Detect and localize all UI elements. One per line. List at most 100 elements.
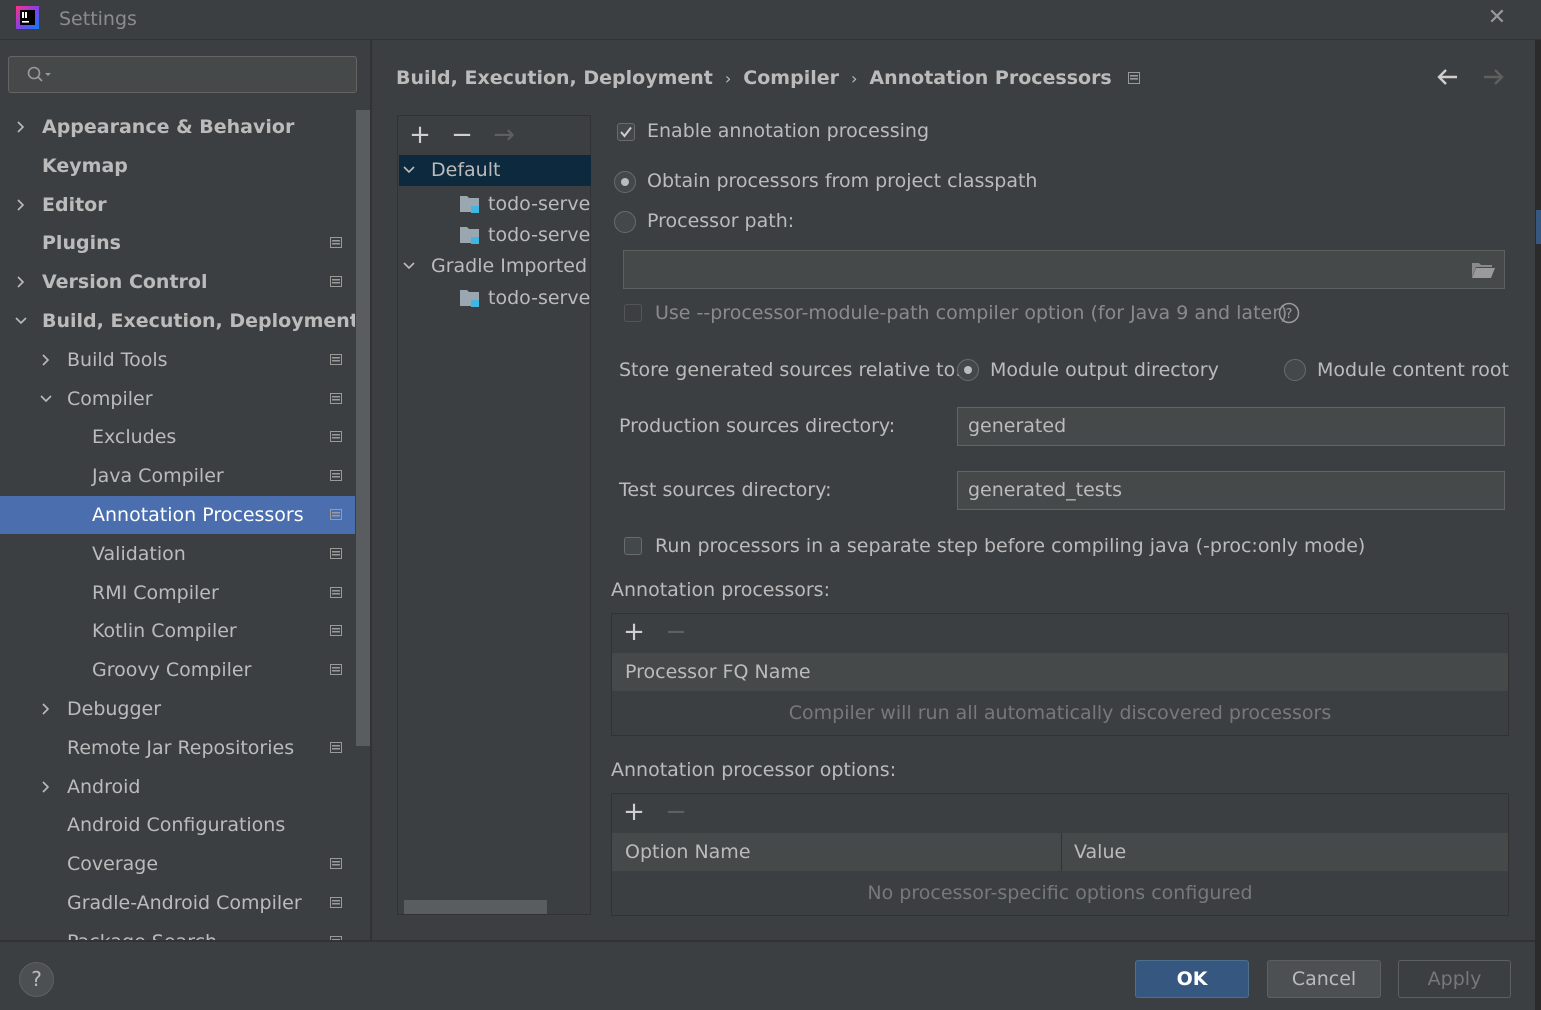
chevron-right-icon[interactable]	[14, 108, 28, 146]
sidebar-item-keymap[interactable]: Keymap	[0, 147, 370, 185]
options-empty-text: No processor-specific options configured	[867, 882, 1253, 904]
sidebar-item-label: Appearance & Behavior	[42, 116, 295, 138]
help-circle-icon[interactable]: ?	[1278, 302, 1300, 324]
chevron-right-icon[interactable]	[39, 768, 53, 806]
sidebar-item-android-configurations[interactable]: Android Configurations	[0, 806, 370, 844]
breadcrumb-item: Build, Execution, Deployment	[396, 67, 713, 89]
sidebar-item-label: Coverage	[67, 853, 159, 876]
chevron-right-icon[interactable]	[14, 186, 28, 224]
column-header-processor-fq-name[interactable]: Processor FQ Name	[625, 653, 811, 691]
column-header-option-name[interactable]: Option Name	[625, 833, 751, 871]
project-scope-icon	[330, 237, 342, 249]
settings-nav-tree: Appearance & Behavior Keymap Editor Plugins…	[0, 0, 370, 940]
chevron-right-icon[interactable]	[39, 690, 53, 728]
enable-annotation-processing-checkbox[interactable]	[617, 123, 635, 141]
sidebar-item-label: Android	[67, 775, 141, 798]
sidebar-item-compiler[interactable]: Compiler	[0, 380, 370, 418]
profile-group-row[interactable]: Default	[399, 155, 591, 186]
table-header: Processor FQ Name	[612, 653, 1508, 691]
sidebar-item-label: Build, Execution, Deployment	[42, 310, 359, 332]
module-row[interactable]: todo-server	[399, 283, 591, 314]
sidebar-item-label: Compiler	[67, 387, 153, 410]
sidebar-item-build-tools[interactable]: Build Tools	[0, 341, 370, 379]
forward-arrow-icon[interactable]	[1480, 64, 1506, 90]
sidebar-item-groovy-compiler[interactable]: Groovy Compiler	[0, 651, 370, 689]
sidebar-item-debugger[interactable]: Debugger	[0, 690, 370, 728]
cancel-button[interactable]: Cancel	[1267, 960, 1381, 998]
module-content-root-radio[interactable]	[1284, 359, 1306, 381]
module-output-directory-radio[interactable]	[957, 359, 979, 381]
test-dir-input[interactable]: generated_tests	[957, 471, 1505, 510]
sidebar-item-android[interactable]: Android	[0, 768, 370, 806]
add-option-button[interactable]: +	[620, 799, 648, 827]
sidebar-item-label: Keymap	[42, 154, 128, 177]
module-path-option-checkbox[interactable]	[624, 304, 642, 322]
back-arrow-icon[interactable]	[1435, 64, 1461, 90]
module-row[interactable]: todo-server	[399, 189, 591, 220]
sidebar-item-annotation-processors[interactable]: Annotation Processors	[0, 496, 370, 534]
move-module-button[interactable]: →	[490, 122, 518, 150]
chevron-down-icon[interactable]	[402, 260, 416, 272]
module-label: todo-server	[488, 224, 591, 246]
module-row[interactable]: todo-server	[399, 220, 591, 251]
obtain-classpath-radio[interactable]	[614, 171, 636, 193]
sidebar-item-excludes[interactable]: Excludes	[0, 418, 370, 456]
production-dir-input[interactable]: generated	[957, 407, 1505, 446]
add-profile-button[interactable]: +	[406, 122, 434, 150]
sidebar-item-coverage[interactable]: Coverage	[0, 845, 370, 883]
sidebar-item-label: Package Search	[67, 923, 217, 940]
sidebar-item-version-control[interactable]: Version Control	[0, 263, 370, 301]
chevron-down-icon[interactable]	[39, 380, 53, 418]
project-scope-icon	[330, 470, 342, 482]
sidebar-item-label: Gradle-Android Compiler	[67, 892, 302, 914]
profile-tree-panel: + − → Default todo-server todo-server Gradl…	[397, 115, 591, 915]
table-toolbar: + −	[612, 794, 1508, 832]
chevron-right-icon[interactable]	[14, 263, 28, 301]
sidebar-item-rmi-compiler[interactable]: RMI Compiler	[0, 574, 370, 612]
sidebar-item-appearance-behavior[interactable]: Appearance & Behavior	[0, 108, 370, 146]
column-header-value[interactable]: Value	[1074, 833, 1126, 871]
sidebar-item-gradle-android-compiler[interactable]: Gradle-Android Compiler	[0, 884, 370, 922]
module-path-option-label: Use --processor-module-path compiler opt…	[655, 302, 1288, 324]
sidebar-item-remote-jar-repositories[interactable]: Remote Jar Repositories	[0, 729, 370, 767]
folder-browse-icon[interactable]	[1470, 259, 1496, 281]
ok-button[interactable]: OK	[1135, 960, 1249, 998]
processor-path-input[interactable]	[623, 250, 1505, 289]
proc-only-checkbox[interactable]	[624, 537, 642, 555]
sidebar-item-build-execution-deployment[interactable]: Build, Execution, Deployment	[0, 302, 370, 340]
remove-profile-button[interactable]: −	[448, 122, 476, 150]
sidebar-item-plugins[interactable]: Plugins	[0, 224, 370, 262]
processors-empty-text: Compiler will run all automatically disc…	[788, 702, 1332, 724]
profile-group-label: Default	[431, 159, 501, 181]
add-processor-button[interactable]: +	[620, 619, 648, 647]
processor-path-radio[interactable]	[614, 211, 636, 233]
remove-option-button[interactable]: −	[662, 799, 690, 827]
project-scope-icon	[330, 858, 342, 870]
apply-button[interactable]: Apply	[1398, 960, 1511, 998]
project-scope-icon	[330, 353, 342, 365]
profile-tree-scrollbar[interactable]	[404, 900, 547, 914]
profile-group-row[interactable]: Gradle Imported	[399, 251, 591, 282]
sidebar-item-package-search[interactable]: Package Search	[0, 923, 370, 940]
chevron-down-icon[interactable]	[14, 302, 28, 340]
module-folder-icon	[459, 195, 481, 215]
test-dir-label: Test sources directory:	[619, 479, 832, 501]
sidebar-item-validation[interactable]: Validation	[0, 535, 370, 573]
sidebar-item-label: Kotlin Compiler	[92, 620, 237, 643]
panel-divider[interactable]	[370, 40, 372, 940]
breadcrumb: Build, Execution, Deployment › Compiler …	[396, 64, 1140, 92]
chevron-down-icon[interactable]	[402, 164, 416, 176]
chevron-right-icon[interactable]	[39, 341, 53, 379]
help-button[interactable]: ?	[19, 962, 54, 997]
close-icon[interactable]: ✕	[1484, 5, 1510, 31]
remove-processor-button[interactable]: −	[662, 619, 690, 647]
nav-scrollbar-thumb[interactable]	[356, 110, 370, 746]
sidebar-item-java-compiler[interactable]: Java Compiler	[0, 457, 370, 495]
project-scope-icon	[330, 392, 342, 404]
column-divider[interactable]	[1061, 833, 1062, 871]
breadcrumb-item: Compiler	[743, 67, 839, 89]
sidebar-item-label: Validation	[92, 542, 186, 565]
sidebar-item-kotlin-compiler[interactable]: Kotlin Compiler	[0, 612, 370, 650]
project-scope-icon	[1127, 72, 1140, 84]
sidebar-item-editor[interactable]: Editor	[0, 186, 370, 224]
